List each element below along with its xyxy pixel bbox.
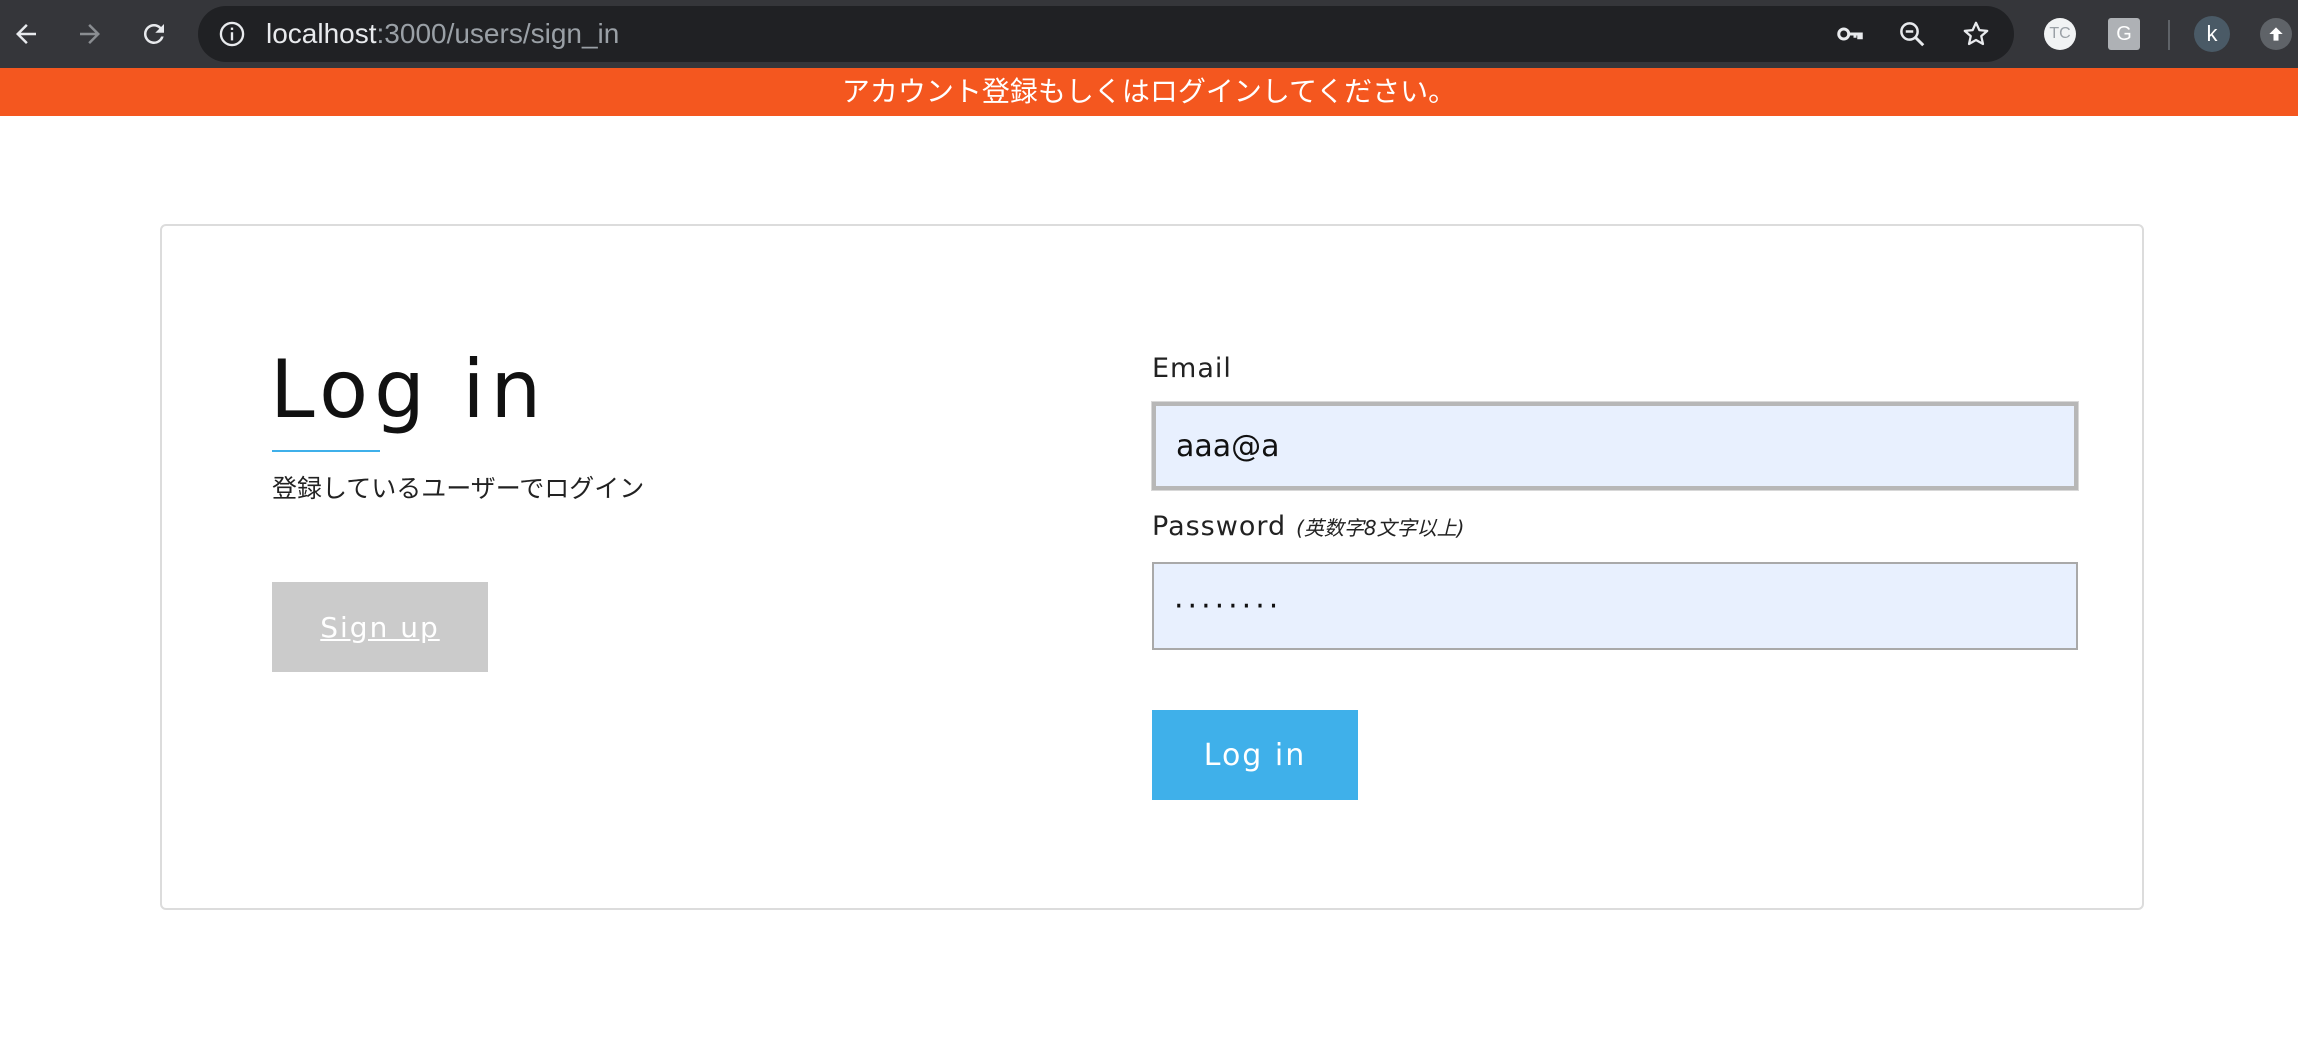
update-icon[interactable] (2260, 18, 2292, 50)
title-underline (272, 450, 380, 452)
page-subtitle: 登録しているユーザーでログイン (272, 474, 645, 503)
page-title: Log in (270, 343, 548, 436)
toolbar-divider (2168, 20, 2170, 50)
zoom-out-icon[interactable] (1896, 18, 1928, 50)
login-card: Log in 登録しているユーザーでログイン Sign up Email Pas… (160, 224, 2144, 910)
tc-extension-icon[interactable]: TC (2044, 18, 2076, 50)
log-in-button[interactable]: Log in (1152, 710, 1358, 800)
password-label: Password (英数字8文字以上) (1152, 510, 1464, 545)
password-hint: (英数字8文字以上) (1296, 516, 1465, 540)
address-bar[interactable]: localhost:3000/users/sign_in (198, 6, 2014, 62)
info-icon[interactable] (218, 20, 246, 48)
url-text[interactable]: localhost:3000/users/sign_in (266, 6, 619, 62)
back-arrow-icon[interactable] (6, 14, 46, 54)
email-label: Email (1152, 353, 1232, 384)
key-icon[interactable] (1834, 18, 1866, 50)
g-extension-icon[interactable]: G (2108, 18, 2140, 50)
forward-arrow-icon[interactable] (70, 14, 110, 54)
reload-icon[interactable] (134, 14, 174, 54)
browser-toolbar: localhost:3000/users/sign_in TC G k (0, 0, 2298, 68)
url-host: localhost (266, 18, 377, 49)
email-field[interactable] (1152, 402, 2078, 490)
star-icon[interactable] (1960, 18, 1992, 50)
password-field[interactable] (1152, 562, 2078, 650)
profile-avatar[interactable]: k (2194, 16, 2230, 52)
flash-alert: アカウント登録もしくはログインしてください。 (0, 68, 2298, 116)
sign-up-button[interactable]: Sign up (272, 582, 488, 672)
password-label-text: Password (1152, 511, 1287, 542)
url-path: :3000/users/sign_in (376, 18, 620, 49)
